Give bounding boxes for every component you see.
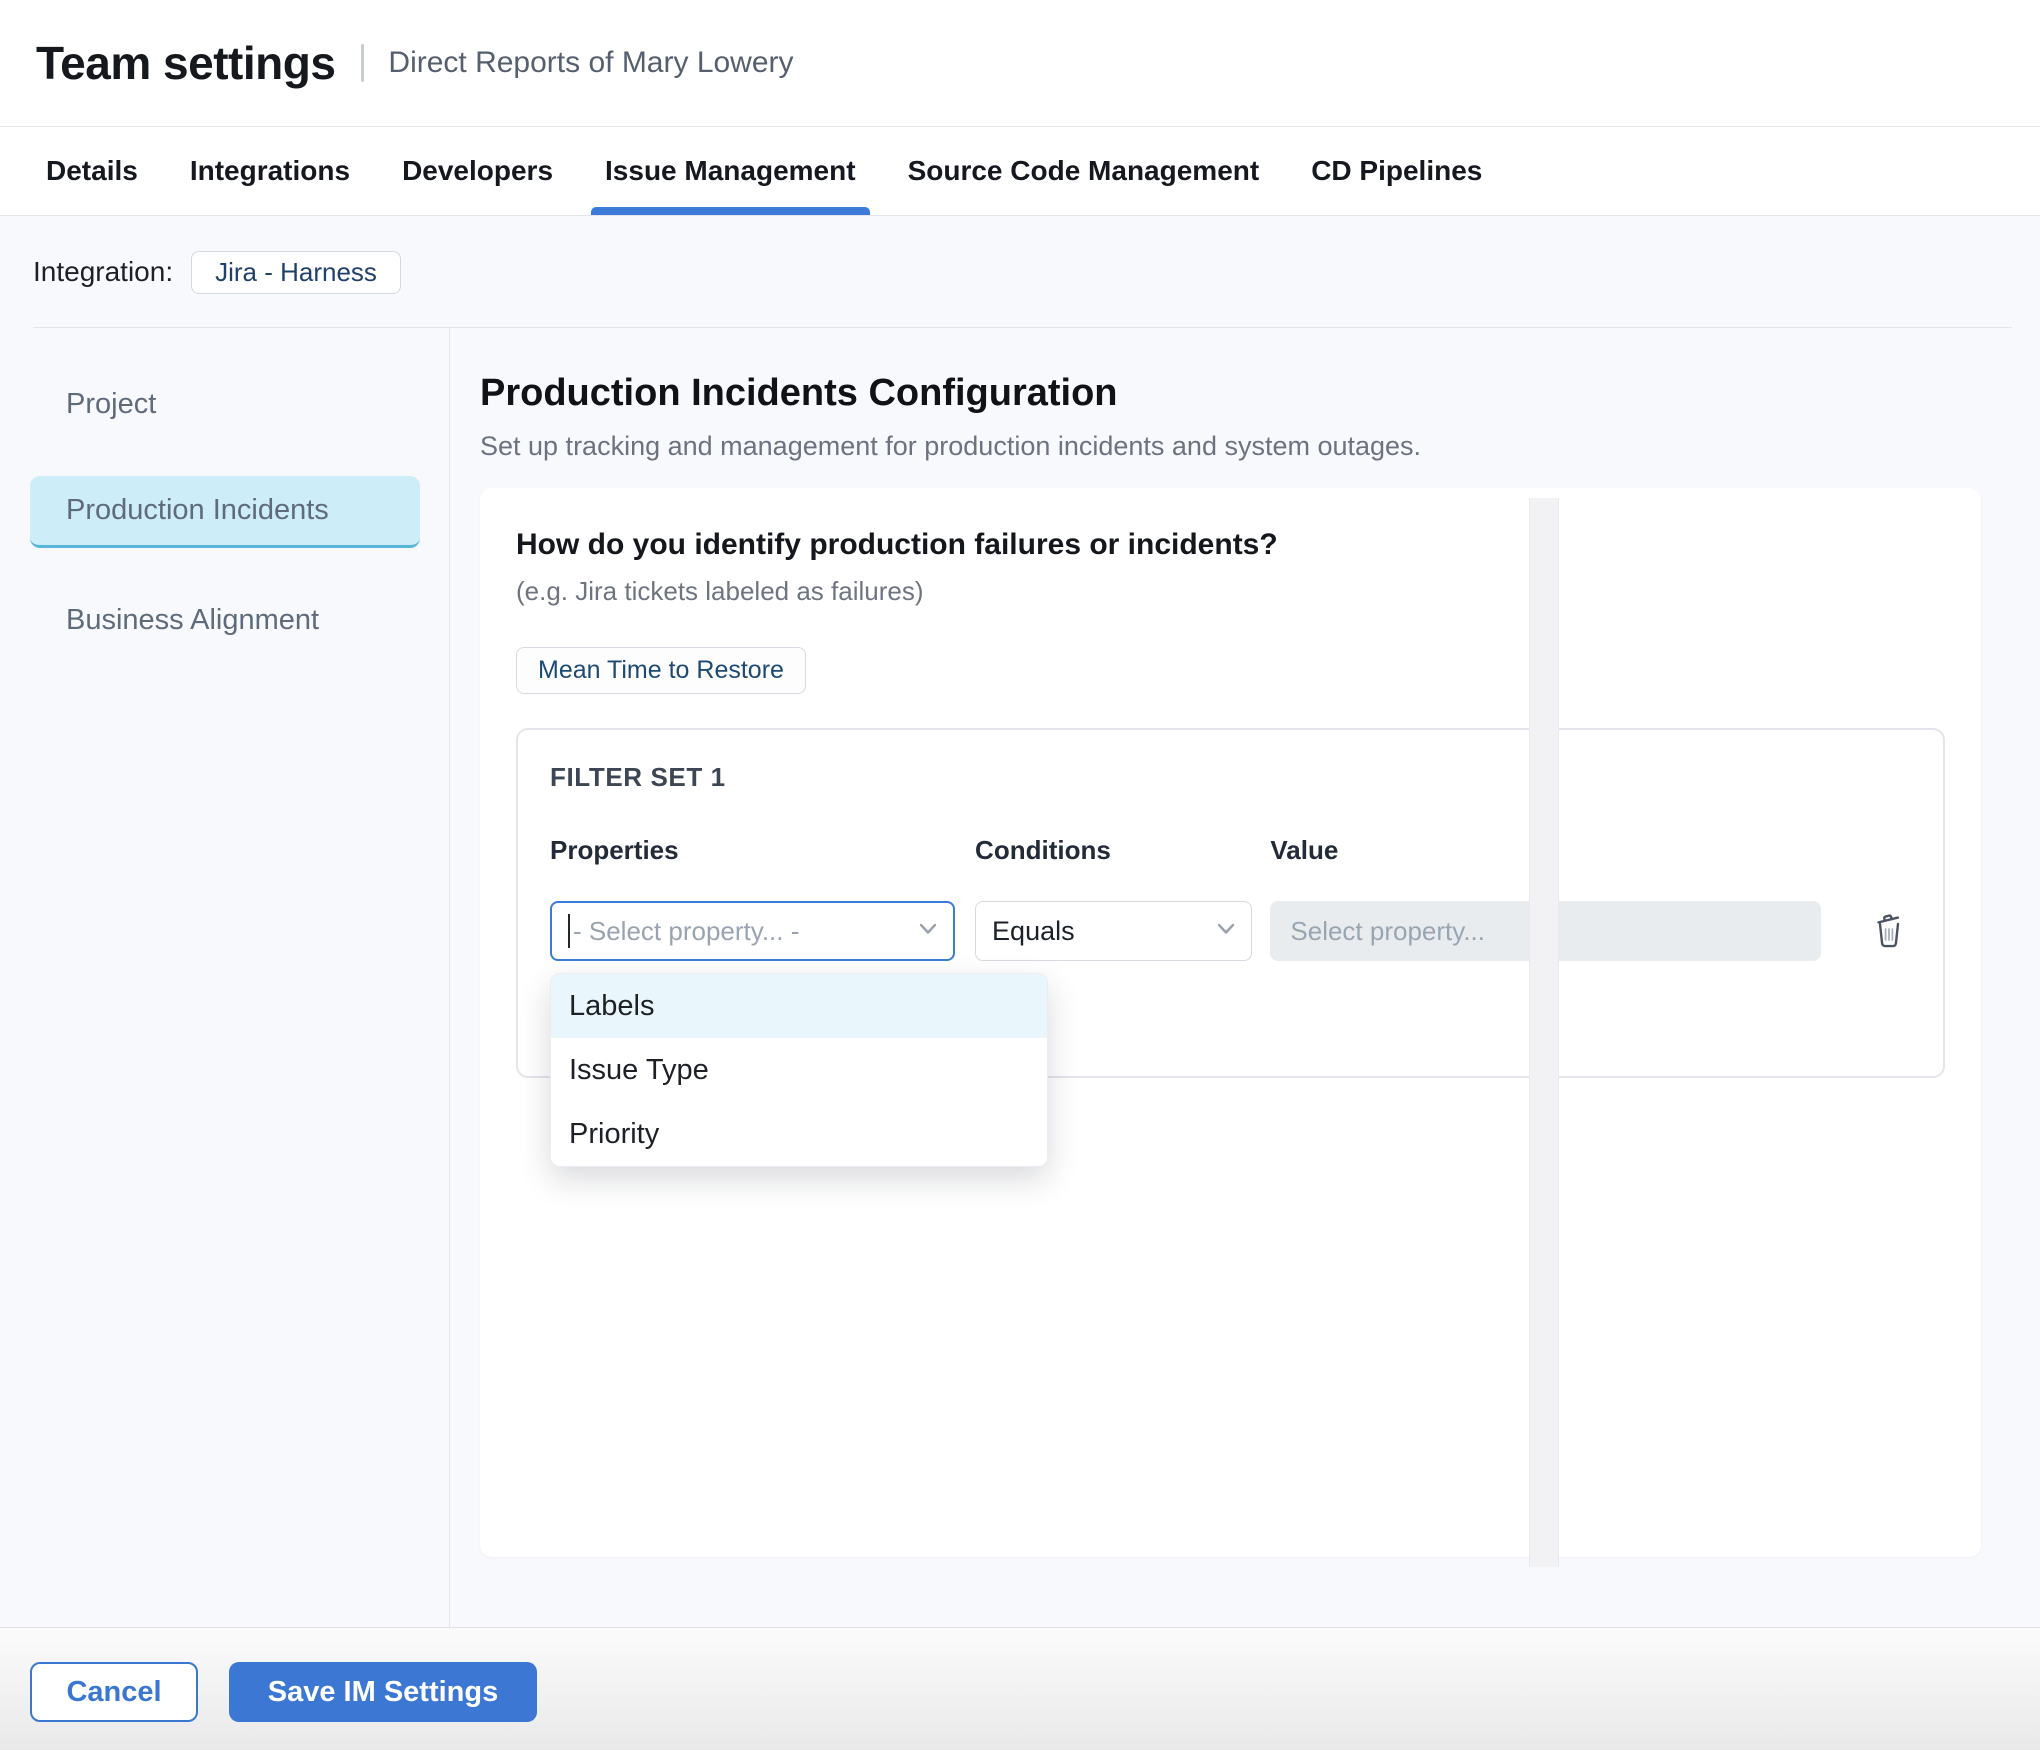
- properties-select-value: - Select property... -: [573, 916, 911, 947]
- properties-dropdown-menu: Labels Issue Type Priority: [550, 973, 1048, 1167]
- footer-bar: Cancel Save IM Settings: [0, 1627, 2040, 1750]
- sidebar-item-project[interactable]: Project: [30, 368, 420, 440]
- conditions-select[interactable]: Equals: [975, 901, 1252, 961]
- main-panel: Production Incidents Configuration Set u…: [450, 328, 2040, 1627]
- conditions-select-value: Equals: [992, 916, 1209, 947]
- tab-issue-management[interactable]: Issue Management: [591, 127, 870, 215]
- mean-time-to-restore-chip[interactable]: Mean Time to Restore: [516, 647, 806, 694]
- properties-column-label: Properties: [550, 835, 955, 865]
- settings-sidebar: Project Production Incidents Business Al…: [0, 328, 450, 1627]
- page-title: Team settings: [36, 36, 335, 90]
- chevron-down-icon: [1217, 922, 1235, 940]
- chevron-down-icon: [919, 922, 937, 940]
- tab-details[interactable]: Details: [32, 127, 152, 215]
- dropdown-option-priority[interactable]: Priority: [551, 1102, 1047, 1166]
- integration-label: Integration:: [33, 256, 173, 288]
- sidebar-item-production-incidents[interactable]: Production Incidents: [30, 476, 420, 548]
- title-separator: [361, 44, 364, 82]
- save-im-settings-button[interactable]: Save IM Settings: [229, 1662, 537, 1722]
- sidebar-item-business-alignment[interactable]: Business Alignment: [30, 584, 420, 656]
- content-area: Project Production Incidents Business Al…: [0, 328, 2040, 1627]
- page-header: Team settings Direct Reports of Mary Low…: [0, 0, 2040, 127]
- filter-set-box: FILTER SET 1 Properties - Select propert…: [516, 728, 1945, 1078]
- card-scrollbar-track[interactable]: [1529, 498, 1559, 1567]
- section-subtitle: Set up tracking and management for produ…: [480, 431, 2040, 462]
- text-caret: [568, 914, 570, 948]
- filter-row: Properties - Select property... - Condit…: [550, 835, 1911, 961]
- trash-icon: [1872, 910, 1906, 953]
- question-heading: How do you identify production failures …: [516, 528, 1945, 562]
- page-subtitle: Direct Reports of Mary Lowery: [388, 46, 793, 80]
- tab-cd-pipelines[interactable]: CD Pipelines: [1297, 127, 1496, 215]
- properties-select[interactable]: - Select property... -: [550, 901, 955, 961]
- dropdown-option-labels[interactable]: Labels: [551, 974, 1047, 1038]
- integration-chip[interactable]: Jira - Harness: [191, 251, 401, 294]
- question-hint: (e.g. Jira tickets labeled as failures): [516, 576, 1945, 607]
- tab-integrations[interactable]: Integrations: [176, 127, 364, 215]
- tab-developers[interactable]: Developers: [388, 127, 567, 215]
- section-title: Production Incidents Configuration: [480, 372, 2040, 415]
- incidents-config-card: How do you identify production failures …: [480, 488, 1981, 1557]
- delete-filter-button[interactable]: [1867, 901, 1911, 961]
- conditions-column-label: Conditions: [975, 835, 1252, 865]
- tab-source-code-management[interactable]: Source Code Management: [894, 127, 1274, 215]
- tab-bar: Details Integrations Developers Issue Ma…: [0, 127, 2040, 216]
- integration-row: Integration: Jira - Harness: [0, 216, 2040, 328]
- dropdown-option-issue-type[interactable]: Issue Type: [551, 1038, 1047, 1102]
- cancel-button[interactable]: Cancel: [30, 1662, 198, 1722]
- filter-set-title: FILTER SET 1: [550, 762, 1911, 793]
